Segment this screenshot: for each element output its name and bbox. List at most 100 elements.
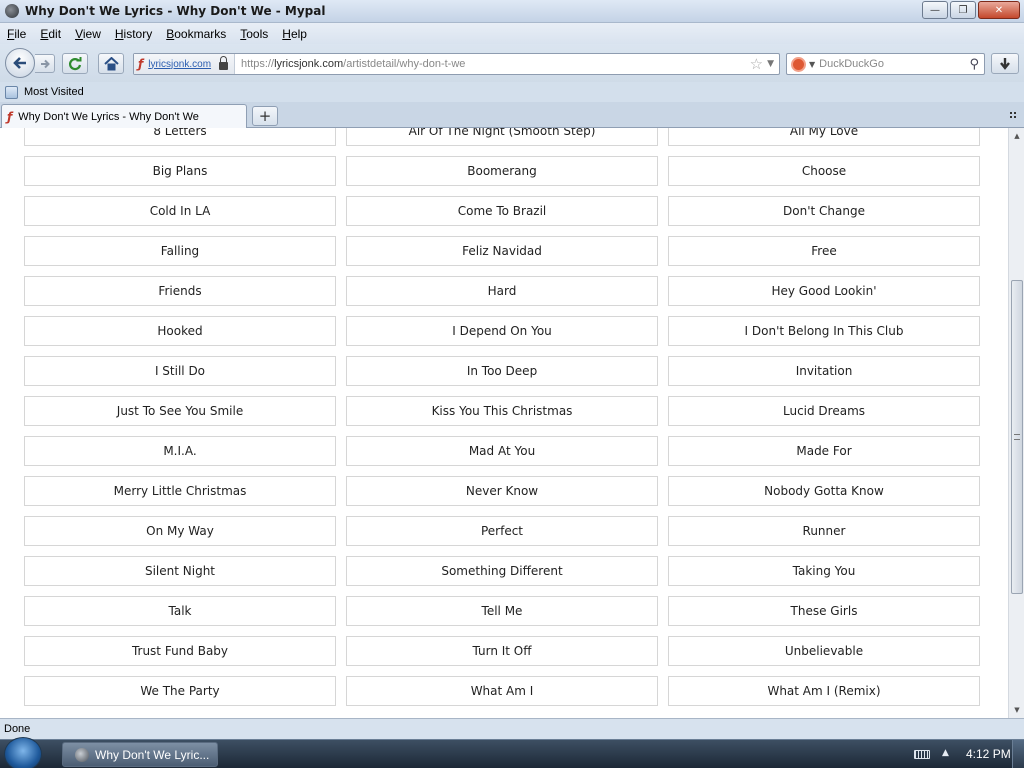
taskbar: Why Don't We Lyric... ▲ 4:12 PM <box>0 737 1024 768</box>
search-input[interactable]: DuckDuckGo <box>819 58 969 70</box>
bookmark-star-icon[interactable]: ☆ <box>750 55 763 73</box>
address-bar[interactable]: ƒ lyricsjonk.com https://lyricsjonk.com/… <box>133 53 780 75</box>
menu-help[interactable]: Help <box>275 27 314 41</box>
song-link[interactable]: I Don't Belong In This Club <box>668 316 980 346</box>
song-link[interactable]: Hooked <box>24 316 336 346</box>
song-link[interactable]: Kiss You This Christmas <box>346 396 658 426</box>
tray-expand-icon[interactable]: ▲ <box>942 748 949 758</box>
scroll-up-arrow-icon[interactable]: ▲ <box>1009 128 1024 144</box>
taskbar-window-button[interactable]: Why Don't We Lyric... <box>62 742 218 767</box>
restore-icon: ❐ <box>958 4 968 16</box>
minimize-button[interactable]: — <box>922 1 948 19</box>
grip-icon <box>1014 434 1020 440</box>
song-link[interactable]: Nobody Gotta Know <box>668 476 980 506</box>
song-link[interactable]: 8 Letters <box>24 128 336 146</box>
song-link[interactable]: Just To See You Smile <box>24 396 336 426</box>
song-link[interactable]: Choose <box>668 156 980 186</box>
song-link[interactable]: Unbelievable <box>668 636 980 666</box>
song-link[interactable]: Big Plans <box>24 156 336 186</box>
song-link[interactable]: M.I.A. <box>24 436 336 466</box>
search-engine-dropdown-icon[interactable]: ▼ <box>809 60 815 69</box>
song-link[interactable]: Feliz Navidad <box>346 236 658 266</box>
song-link[interactable]: Perfect <box>346 516 658 546</box>
menu-tools[interactable]: Tools <box>233 27 275 41</box>
duckduckgo-icon[interactable] <box>791 56 806 72</box>
song-link[interactable]: Trust Fund Baby <box>24 636 336 666</box>
restore-button[interactable]: ❐ <box>950 1 976 19</box>
song-link[interactable]: We The Party <box>24 676 336 706</box>
most-visited-link[interactable]: Most Visited <box>24 86 84 98</box>
song-link[interactable]: On My Way <box>24 516 336 546</box>
site-identity-block[interactable]: ƒ lyricsjonk.com <box>134 54 236 74</box>
menu-bookmarks[interactable]: Bookmarks <box>159 27 233 41</box>
window-title: Why Don't We Lyrics - Why Don't We - Myp… <box>25 4 326 18</box>
song-link[interactable]: These Girls <box>668 596 980 626</box>
clock[interactable]: 4:12 PM <box>966 747 1011 761</box>
song-link[interactable]: Tell Me <box>346 596 658 626</box>
window-controls: — ❐ ✕ <box>922 1 1020 19</box>
song-link[interactable]: What Am I <box>346 676 658 706</box>
song-link[interactable]: I Depend On You <box>346 316 658 346</box>
song-link[interactable]: In Too Deep <box>346 356 658 386</box>
tab-list-icon[interactable] <box>1009 111 1018 120</box>
status-bar: Done <box>0 718 1024 739</box>
song-link[interactable]: Talk <box>24 596 336 626</box>
home-icon <box>103 56 119 70</box>
song-link[interactable]: Silent Night <box>24 556 336 586</box>
back-button[interactable] <box>5 48 35 78</box>
taskbar-app-icon <box>75 747 89 762</box>
song-link[interactable]: Made For <box>668 436 980 466</box>
scroll-down-arrow-icon[interactable]: ▼ <box>1009 702 1024 718</box>
song-link[interactable]: Lucid Dreams <box>668 396 980 426</box>
vertical-scrollbar[interactable]: ▲ ▼ <box>1008 128 1024 718</box>
page-content: 8 Letters Air Of The Night (Smooth Step) A… <box>0 128 1008 718</box>
song-link[interactable]: I Still Do <box>24 356 336 386</box>
url-dropdown-icon[interactable]: ▼ <box>767 59 774 69</box>
song-link[interactable]: Don't Change <box>668 196 980 226</box>
song-link[interactable]: Air Of The Night (Smooth Step) <box>346 128 658 146</box>
song-link[interactable]: Come To Brazil <box>346 196 658 226</box>
song-link[interactable]: Cold In LA <box>24 196 336 226</box>
url-host: lyricsjonk.com <box>274 58 344 70</box>
song-link[interactable]: Falling <box>24 236 336 266</box>
bookmarks-toolbar: Most Visited <box>0 82 1024 102</box>
menu-view[interactable]: View <box>68 27 108 41</box>
keyboard-icon[interactable] <box>914 750 930 759</box>
song-link[interactable]: Never Know <box>346 476 658 506</box>
song-link[interactable]: Free <box>668 236 980 266</box>
close-button[interactable]: ✕ <box>978 1 1020 19</box>
scrollbar-thumb[interactable] <box>1011 280 1023 594</box>
reload-button[interactable] <box>62 53 88 74</box>
navigation-toolbar: ƒ lyricsjonk.com https://lyricsjonk.com/… <box>0 44 1024 82</box>
song-link[interactable]: Hey Good Lookin' <box>668 276 980 306</box>
song-link[interactable]: What Am I (Remix) <box>668 676 980 706</box>
song-link[interactable]: Mad At You <box>346 436 658 466</box>
forward-arrow-icon <box>40 59 50 68</box>
menu-history[interactable]: History <box>108 27 159 41</box>
song-link[interactable]: Runner <box>668 516 980 546</box>
song-link[interactable]: Turn It Off <box>346 636 658 666</box>
menu-edit[interactable]: Edit <box>33 27 68 41</box>
forward-button[interactable] <box>35 54 55 73</box>
menu-file[interactable]: File <box>0 27 33 41</box>
song-link[interactable]: All My Love <box>668 128 980 146</box>
mypal-app-icon[interactable] <box>5 4 19 18</box>
song-link[interactable]: Friends <box>24 276 336 306</box>
new-tab-button[interactable]: + <box>252 106 278 126</box>
url-scheme: https:// <box>241 58 275 70</box>
tab-title: Why Don't We Lyrics - Why Don't We <box>18 110 199 123</box>
song-link[interactable]: Taking You <box>668 556 980 586</box>
downloads-button[interactable] <box>991 53 1019 74</box>
song-link[interactable]: Invitation <box>668 356 980 386</box>
song-link[interactable]: Boomerang <box>346 156 658 186</box>
tab-lyrics[interactable]: ƒ Why Don't We Lyrics - Why Don't We <box>1 104 247 128</box>
show-desktop-button[interactable] <box>1012 740 1024 768</box>
url-text[interactable]: https://lyricsjonk.com/artistdetail/why-… <box>235 58 750 70</box>
home-button[interactable] <box>98 53 124 74</box>
song-link[interactable]: Hard <box>346 276 658 306</box>
song-link[interactable]: Merry Little Christmas <box>24 476 336 506</box>
search-bar[interactable]: ▼ DuckDuckGo ⚲ <box>786 53 985 75</box>
search-icon[interactable]: ⚲ <box>969 57 979 72</box>
song-link[interactable]: Something Different <box>346 556 658 586</box>
start-button[interactable] <box>4 737 42 768</box>
